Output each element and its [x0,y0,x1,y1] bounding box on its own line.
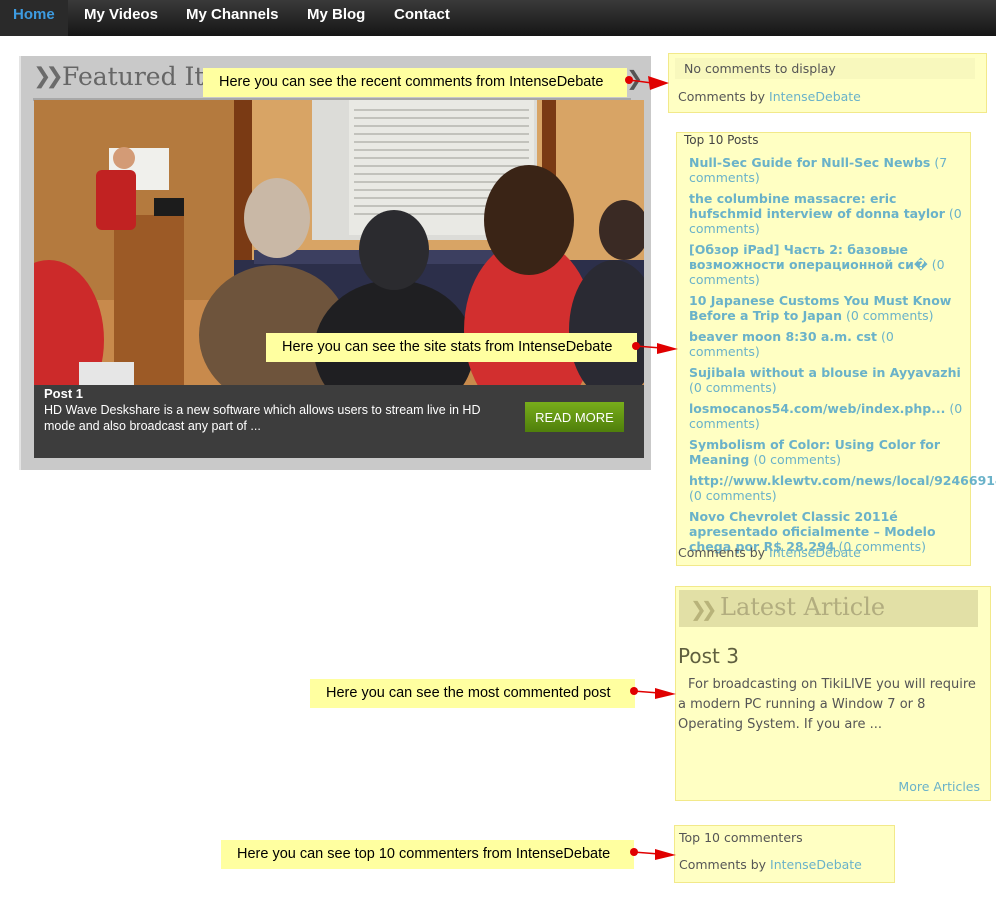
callout-site-stats: Here you can see the site stats from Int… [266,333,637,362]
comments-by-label: Comments by [678,89,766,104]
intensedebate-link[interactable]: IntenseDebate [769,545,861,560]
callout-arrow-icon [625,76,669,90]
post-link[interactable]: Null-Sec Guide for Null-Sec Newbs [689,155,930,170]
comments-by-label: Comments by [679,857,767,872]
callout-arrow-icon [630,848,676,860]
list-item: http://www.klewtv.com/news/local/9246691… [689,473,996,503]
latest-article-header: ❯❯ Latest Article [679,590,978,627]
nav-my-blog[interactable]: My Blog [294,0,378,36]
top-commenters-heading: Top 10 commenters [679,830,803,845]
no-comments-message: No comments to display [675,58,975,79]
post-title[interactable]: Post 1 [44,386,83,401]
comments-by-footer: Comments by IntenseDebate [679,857,862,872]
intensedebate-link[interactable]: IntenseDebate [769,89,861,104]
callout-arrow-icon [632,342,678,354]
featured-caption: Post 1 HD Wave Deskshare is a new softwa… [34,385,644,458]
nav-my-channels[interactable]: My Channels [173,0,292,36]
recent-comments-widget: No comments to display Comments by Inten… [668,53,987,113]
callout-top-commenters: Here you can see top 10 commenters from … [221,840,634,869]
comment-count: (0 comments) [753,452,841,467]
read-more-button[interactable]: READ MORE [525,402,624,432]
list-item: Sujibala without a blouse in Ayyavazhi (… [689,365,967,395]
list-item: [Обзор iPad] Часть 2: базовые возможност… [689,242,967,287]
double-chevron-right-icon: ❯❯ [690,597,717,621]
post-link[interactable]: [Обзор iPad] Часть 2: базовые возможност… [689,242,928,272]
nav-my-videos[interactable]: My Videos [71,0,171,36]
nav-contact[interactable]: Contact [381,0,463,36]
comments-by-footer: Comments by IntenseDebate [678,89,861,104]
more-articles-link[interactable]: More Articles [898,779,980,794]
callout-arrow-icon [630,687,676,699]
latest-article-title: Latest Article [720,593,886,621]
double-chevron-right-icon: ❯❯ [33,64,64,89]
comments-by-label: Comments by [678,545,766,560]
list-item: Null-Sec Guide for Null-Sec Newbs (7 com… [689,155,967,185]
intensedebate-link[interactable]: IntenseDebate [770,857,862,872]
top-nav-bar: Home My Videos My Channels My Blog Conta… [0,0,996,36]
callout-most-commented: Here you can see the most commented post [310,679,635,708]
post-excerpt: HD Wave Deskshare is a new software whic… [44,403,481,433]
post-link[interactable]: losmocanos54.com/web/index.php... [689,401,945,416]
list-item: Symbolism of Color: Using Color for Mean… [689,437,967,467]
comments-by-footer: Comments by IntenseDebate [678,545,861,560]
top-posts-heading: Top 10 Posts [684,133,759,147]
callout-recent-comments: Here you can see the recent comments fro… [203,68,627,97]
list-item: beaver moon 8:30 a.m. cst (0 comments) [689,329,967,359]
comment-count: (0 comments) [689,488,777,503]
featured-items-panel: ❯❯ Featured Items ❯ [19,56,651,470]
top-posts-list: Null-Sec Guide for Null-Sec Newbs (7 com… [689,155,996,560]
post-link[interactable]: Sujibala without a blouse in Ayyavazhi [689,365,961,380]
top-commenters-widget: Top 10 commenters Comments by IntenseDeb… [674,825,895,883]
post-link[interactable]: beaver moon 8:30 a.m. cst [689,329,877,344]
nav-home[interactable]: Home [0,0,68,36]
list-item: losmocanos54.com/web/index.php... (0 com… [689,401,967,431]
post-link[interactable]: the columbine massacre: eric hufschmid i… [689,191,945,221]
post-link[interactable]: http://www.klewtv.com/news/local/9246691… [689,473,996,488]
comment-count: (0 comments) [689,380,777,395]
list-item: the columbine massacre: eric hufschmid i… [689,191,967,236]
article-excerpt: For broadcasting on TikiLIVE you will re… [678,677,976,732]
top-posts-widget: Top 10 Posts Null-Sec Guide for Null-Sec… [676,132,996,566]
comment-count: (0 comments) [845,308,934,323]
list-item: 10 Japanese Customs You Must Know Before… [689,293,967,323]
latest-article-widget: ❯❯ Latest Article Post 3 For broadcastin… [675,586,991,801]
article-post-title[interactable]: Post 3 [678,644,739,668]
